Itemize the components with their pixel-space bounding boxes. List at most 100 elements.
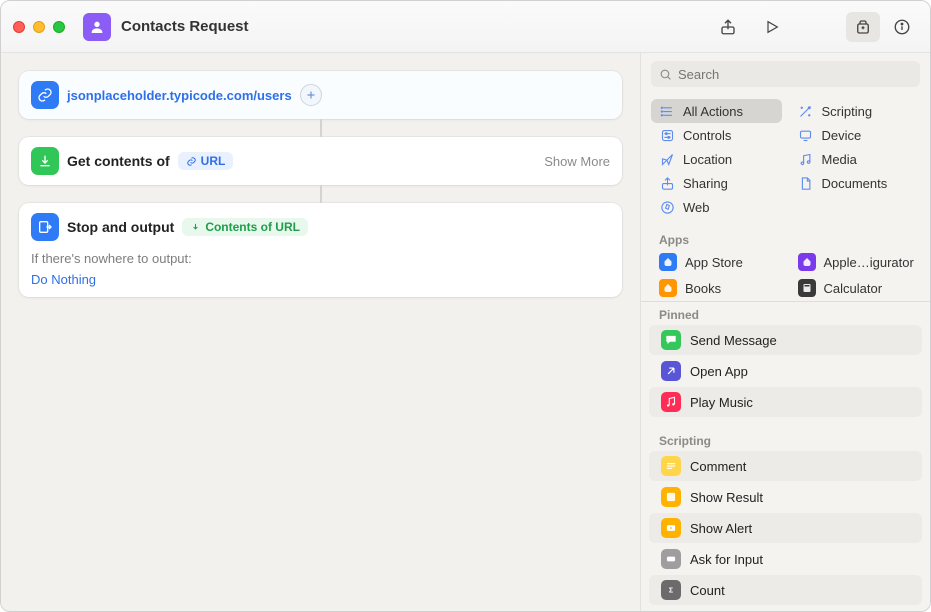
app-calculator[interactable]: Calculator bbox=[790, 275, 921, 301]
info-button[interactable] bbox=[886, 1, 918, 53]
category-media[interactable]: Media bbox=[790, 147, 921, 171]
output-icon bbox=[31, 213, 59, 241]
scripting-action-count[interactable]: Σ Count bbox=[649, 575, 922, 605]
action-icon bbox=[661, 456, 681, 476]
pinned-action-send-message[interactable]: Send Message bbox=[649, 325, 922, 355]
category-controls[interactable]: Controls bbox=[651, 123, 782, 147]
scripting-action-ask-for-input[interactable]: Ask for Input bbox=[649, 544, 922, 574]
category-label: All Actions bbox=[683, 104, 743, 119]
add-url-button[interactable] bbox=[300, 84, 322, 106]
token-url-variable[interactable]: URL bbox=[178, 152, 234, 170]
category-icon bbox=[659, 175, 675, 191]
pinned-action-play-music[interactable]: Play Music bbox=[649, 387, 922, 417]
category-icon bbox=[798, 151, 814, 167]
category-label: Media bbox=[822, 152, 857, 167]
link-icon bbox=[31, 81, 59, 109]
action-label: Comment bbox=[690, 459, 746, 474]
action-label: Open App bbox=[690, 364, 748, 379]
category-icon bbox=[798, 127, 814, 143]
category-label: Device bbox=[822, 128, 862, 143]
action-label: Ask for Input bbox=[690, 552, 763, 567]
apps-list: App Store Apple…igurator Books Calculator bbox=[641, 249, 930, 301]
scripting-action-show-result[interactable]: Show Result bbox=[649, 482, 922, 512]
action-label: Count bbox=[690, 583, 725, 598]
app-apple-igurator[interactable]: Apple…igurator bbox=[790, 249, 921, 275]
maximize-window-button[interactable] bbox=[53, 21, 65, 33]
app-label: Apple…igurator bbox=[824, 255, 914, 270]
minimize-window-button[interactable] bbox=[33, 21, 45, 33]
app-icon bbox=[798, 253, 816, 271]
pinned-header: Pinned bbox=[641, 302, 930, 324]
fallback-label: If there's nowhere to output: bbox=[31, 251, 610, 266]
category-label: Scripting bbox=[822, 104, 873, 119]
category-all-actions[interactable]: All Actions bbox=[651, 99, 782, 123]
workflow-title: Contacts Request bbox=[121, 18, 249, 35]
action-icon bbox=[661, 487, 681, 507]
search-input[interactable] bbox=[678, 67, 912, 82]
category-icon bbox=[659, 127, 675, 143]
category-device[interactable]: Device bbox=[790, 123, 921, 147]
action-url[interactable]: jsonplaceholder.typicode.com/users bbox=[19, 71, 622, 119]
app-icon bbox=[83, 13, 111, 41]
app-label: App Store bbox=[685, 255, 743, 270]
app-label: Calculator bbox=[824, 281, 883, 296]
category-scripting[interactable]: Scripting bbox=[790, 99, 921, 123]
library-sidebar: All Actions Scripting Controls Device Locati… bbox=[640, 53, 930, 611]
action-icon bbox=[661, 361, 681, 381]
show-more-button[interactable]: Show More bbox=[544, 154, 610, 169]
action-icon bbox=[661, 392, 681, 412]
app-label: Books bbox=[685, 281, 721, 296]
pinned-action-open-app[interactable]: Open App bbox=[649, 356, 922, 386]
category-sharing[interactable]: Sharing bbox=[651, 171, 782, 195]
category-icon bbox=[659, 199, 675, 215]
run-button[interactable] bbox=[750, 1, 794, 53]
library-toggle-button[interactable] bbox=[846, 12, 880, 42]
category-web[interactable]: Web bbox=[651, 195, 782, 219]
category-icon bbox=[798, 103, 814, 119]
action-icon: Σ bbox=[661, 580, 681, 600]
action-title: Get contents of bbox=[67, 153, 170, 169]
action-stop-output[interactable]: Stop and output Contents of URL If there… bbox=[19, 203, 622, 297]
url-value[interactable]: jsonplaceholder.typicode.com/users bbox=[67, 88, 292, 103]
app-icon bbox=[659, 279, 677, 297]
actions-pane[interactable]: Pinned Send Message Open App Play Music Sc… bbox=[641, 301, 930, 611]
app-app-store[interactable]: App Store bbox=[651, 249, 782, 275]
category-list: All Actions Scripting Controls Device Locati… bbox=[641, 95, 930, 227]
app-window: Contacts Request bbox=[0, 0, 931, 612]
category-label: Documents bbox=[822, 176, 888, 191]
action-label: Send Message bbox=[690, 333, 777, 348]
action-label: Show Result bbox=[690, 490, 763, 505]
category-location[interactable]: Location bbox=[651, 147, 782, 171]
category-icon bbox=[659, 103, 675, 119]
close-window-button[interactable] bbox=[13, 21, 25, 33]
app-books[interactable]: Books bbox=[651, 275, 782, 301]
action-label: Play Music bbox=[690, 395, 753, 410]
workflow-canvas[interactable]: jsonplaceholder.typicode.com/users Get c… bbox=[1, 53, 640, 611]
apps-header: Apps bbox=[641, 227, 930, 249]
action-get-contents[interactable]: Get contents of URL Show More bbox=[19, 137, 622, 185]
titlebar: Contacts Request bbox=[1, 1, 930, 53]
action-label: Show Alert bbox=[690, 521, 752, 536]
fallback-option[interactable]: Do Nothing bbox=[31, 272, 610, 287]
search-field[interactable] bbox=[651, 61, 920, 87]
app-icon bbox=[798, 279, 816, 297]
scripting-header: Scripting bbox=[641, 428, 930, 450]
action-icon bbox=[661, 518, 681, 538]
category-label: Sharing bbox=[683, 176, 728, 191]
token-contents-variable[interactable]: Contents of URL bbox=[182, 218, 308, 236]
svg-text:Σ: Σ bbox=[669, 587, 673, 594]
download-icon bbox=[31, 147, 59, 175]
category-label: Location bbox=[683, 152, 732, 167]
action-title: Stop and output bbox=[67, 219, 174, 235]
scripting-action-show-alert[interactable]: Show Alert bbox=[649, 513, 922, 543]
window-controls bbox=[13, 21, 65, 33]
scripting-action-choose-from-menu[interactable]: Choose from Menu bbox=[649, 606, 922, 611]
main-area: jsonplaceholder.typicode.com/users Get c… bbox=[1, 53, 930, 611]
category-label: Controls bbox=[683, 128, 731, 143]
scripting-action-comment[interactable]: Comment bbox=[649, 451, 922, 481]
app-icon bbox=[659, 253, 677, 271]
category-documents[interactable]: Documents bbox=[790, 171, 921, 195]
action-icon bbox=[661, 330, 681, 350]
share-button[interactable] bbox=[706, 1, 750, 53]
category-icon bbox=[798, 175, 814, 191]
